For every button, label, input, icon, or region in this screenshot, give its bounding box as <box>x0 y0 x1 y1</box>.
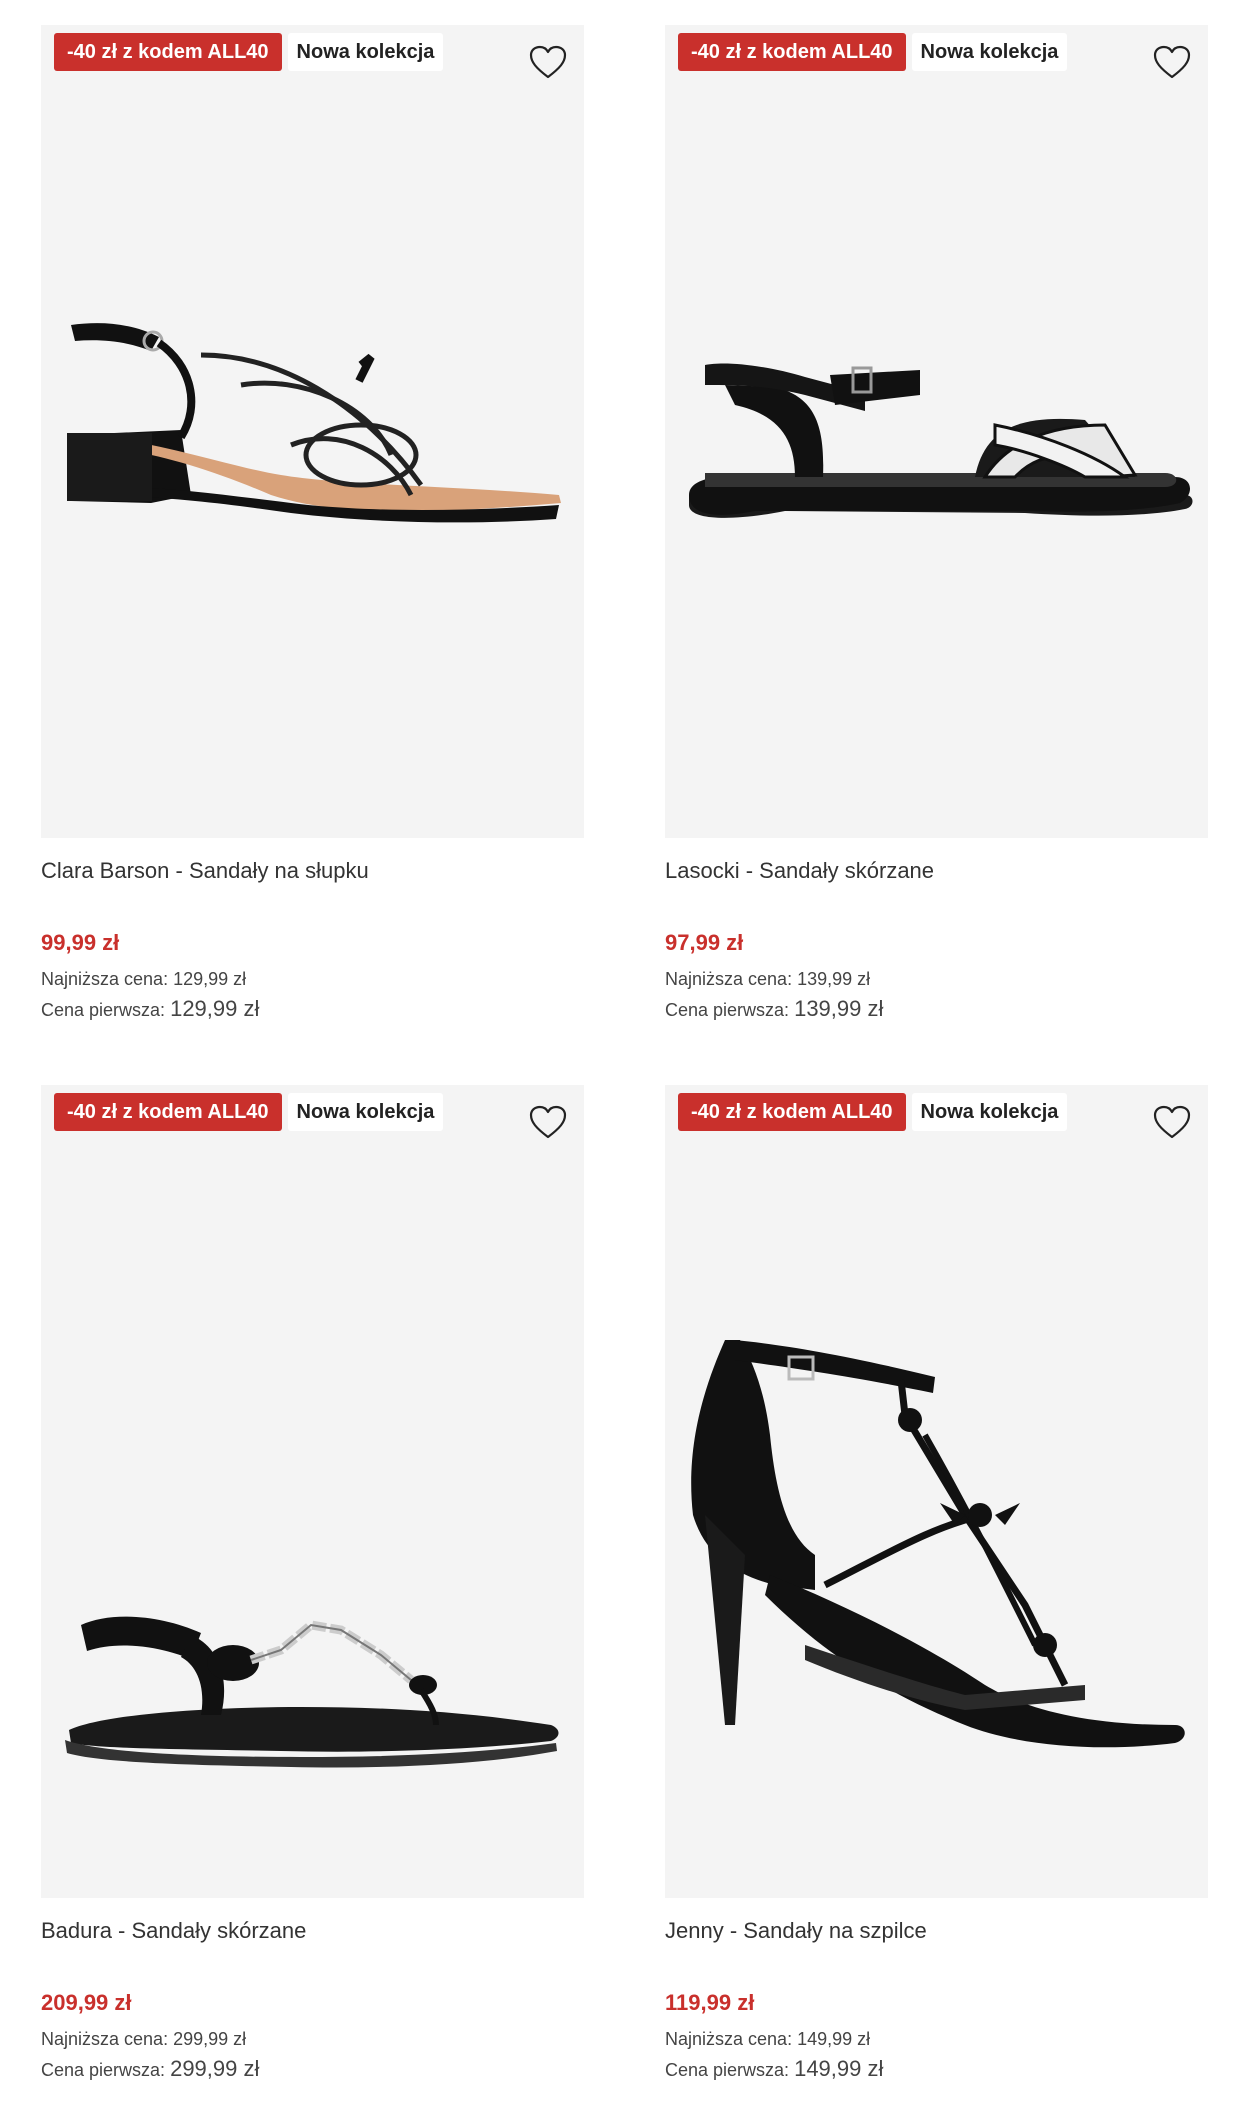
lowest-price-value: 299,99 zł <box>173 2029 247 2049</box>
new-collection-badge: Nowa kolekcja <box>287 33 444 71</box>
first-price-line: Cena pierwsza: 299,99 zł <box>41 2054 584 2084</box>
new-collection-badge: Nowa kolekcja <box>911 1093 1068 1131</box>
first-price-line: Cena pierwsza: 139,99 zł <box>665 994 1208 1024</box>
badges: -40 zł z kodem ALL40 Nowa kolekcja <box>54 1093 444 1131</box>
first-price-label: Cena pierwsza: <box>41 1000 166 1020</box>
first-price-value: 129,99 zł <box>170 996 260 1021</box>
product-price: 99,99 zł <box>41 930 120 955</box>
product-image[interactable] <box>665 25 1208 838</box>
lowest-price-value: 129,99 zł <box>173 969 247 989</box>
lowest-price-label: Najniższa cena: <box>665 2029 793 2049</box>
lowest-price-label: Najniższa cena: <box>41 969 169 989</box>
first-price-line: Cena pierwsza: 149,99 zł <box>665 2054 1208 2084</box>
lowest-price-line: Najniższa cena: 129,99 zł <box>41 964 584 994</box>
product-image-box[interactable]: -40 zł z kodem ALL40 Nowa kolekcja <box>41 25 584 838</box>
product-image-box[interactable]: -40 zł z kodem ALL40 Nowa kolekcja <box>665 1085 1208 1898</box>
product-title[interactable]: Clara Barson - Sandały na słupku <box>41 856 584 886</box>
heart-icon[interactable] <box>1152 1103 1192 1143</box>
product-image[interactable] <box>41 1085 584 1898</box>
badges: -40 zł z kodem ALL40 Nowa kolekcja <box>54 33 444 71</box>
product-image[interactable] <box>665 1085 1208 1898</box>
product-title[interactable]: Jenny - Sandały na szpilce <box>665 1916 1208 1946</box>
first-price-value: 299,99 zł <box>170 2056 260 2081</box>
product-image-box[interactable]: -40 zł z kodem ALL40 Nowa kolekcja <box>665 25 1208 838</box>
product-image-box[interactable]: -40 zł z kodem ALL40 Nowa kolekcja <box>41 1085 584 1898</box>
product-grid: -40 zł z kodem ALL40 Nowa kolekcja Clara… <box>0 0 1250 2123</box>
first-price-label: Cena pierwsza: <box>41 2060 166 2080</box>
first-price-line: Cena pierwsza: 129,99 zł <box>41 994 584 1024</box>
heart-icon[interactable] <box>1152 43 1192 83</box>
first-price-label: Cena pierwsza: <box>665 1000 790 1020</box>
promo-badge: -40 zł z kodem ALL40 <box>678 1093 906 1131</box>
product-card[interactable]: -40 zł z kodem ALL40 Nowa kolekcja Jenny… <box>665 1085 1208 2084</box>
first-price-value: 139,99 zł <box>794 996 884 1021</box>
product-card[interactable]: -40 zł z kodem ALL40 Nowa kolekcja Lasoc… <box>665 25 1208 1024</box>
lowest-price-label: Najniższa cena: <box>665 969 793 989</box>
product-price: 209,99 zł <box>41 1990 132 2015</box>
product-price: 97,99 zł <box>665 930 744 955</box>
product-title[interactable]: Lasocki - Sandały skórzane <box>665 856 1208 886</box>
lowest-price-line: Najniższa cena: 149,99 zł <box>665 2024 1208 2054</box>
product-image[interactable] <box>41 25 584 838</box>
first-price-label: Cena pierwsza: <box>665 2060 790 2080</box>
lowest-price-line: Najniższa cena: 299,99 zł <box>41 2024 584 2054</box>
first-price-value: 149,99 zł <box>794 2056 884 2081</box>
product-card[interactable]: -40 zł z kodem ALL40 Nowa kolekcja Clara… <box>41 25 584 1024</box>
product-price: 119,99 zł <box>665 1990 755 2015</box>
product-title[interactable]: Badura - Sandały skórzane <box>41 1916 584 1946</box>
lowest-price-value: 139,99 zł <box>797 969 871 989</box>
lowest-price-label: Najniższa cena: <box>41 2029 169 2049</box>
badges: -40 zł z kodem ALL40 Nowa kolekcja <box>678 1093 1068 1131</box>
new-collection-badge: Nowa kolekcja <box>287 1093 444 1131</box>
promo-badge: -40 zł z kodem ALL40 <box>678 33 906 71</box>
heart-icon[interactable] <box>528 1103 568 1143</box>
heart-icon[interactable] <box>528 43 568 83</box>
product-card[interactable]: -40 zł z kodem ALL40 Nowa kolekcja Badur… <box>41 1085 584 2084</box>
new-collection-badge: Nowa kolekcja <box>911 33 1068 71</box>
promo-badge: -40 zł z kodem ALL40 <box>54 1093 282 1131</box>
promo-badge: -40 zł z kodem ALL40 <box>54 33 282 71</box>
lowest-price-value: 149,99 zł <box>797 2029 871 2049</box>
badges: -40 zł z kodem ALL40 Nowa kolekcja <box>678 33 1068 71</box>
lowest-price-line: Najniższa cena: 139,99 zł <box>665 964 1208 994</box>
